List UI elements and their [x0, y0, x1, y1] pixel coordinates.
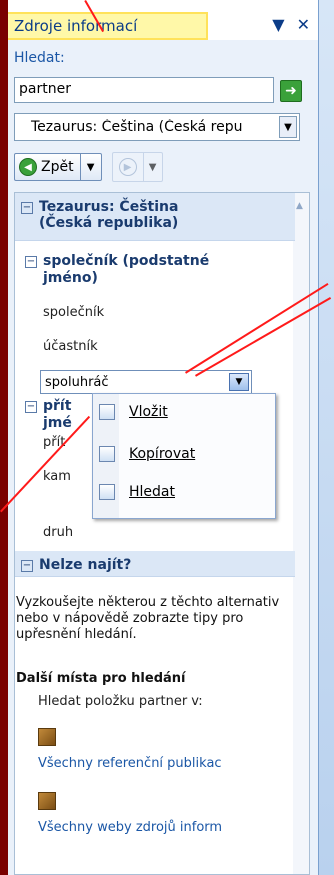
right-scrollbar[interactable] [318, 0, 334, 875]
menu-insert-label: Vložit [129, 404, 168, 420]
scroll-up-icon[interactable]: ▲ [296, 201, 303, 211]
find-icon [99, 484, 115, 500]
back-dropdown-icon[interactable]: ▼ [81, 162, 101, 173]
back-button[interactable]: ◀ Zpět ▼ [14, 153, 102, 181]
all-research-sites-link[interactable]: Všechny weby zdrojů inform [38, 820, 222, 835]
entry-line1: společník (podstatné [43, 253, 210, 269]
copy-icon [99, 446, 115, 462]
not-found-section-header[interactable]: − Nelze najít? [15, 551, 295, 577]
synonym-item[interactable]: účastník [43, 339, 98, 354]
collapse-icon[interactable]: − [21, 202, 33, 214]
menu-copy-label: Kopírovat [129, 446, 196, 462]
menu-item-copy[interactable]: Kopírovat [99, 443, 195, 465]
start-search-button[interactable]: ➜ [280, 80, 302, 102]
synonym-dropdown-value: spoluhráč [45, 374, 109, 390]
reference-book-icon[interactable] [38, 792, 56, 810]
arrow-right-icon: ➜ [285, 83, 297, 99]
close-icon[interactable]: ✕ [297, 15, 310, 34]
back-arrow-icon: ◀ [19, 158, 37, 176]
collapse-icon[interactable]: − [21, 560, 33, 572]
reference-source-select[interactable]: Tezaurus: Čeština (Česká repu ▼ [14, 113, 300, 141]
pane-title: Zdroje informací [14, 17, 138, 35]
chevron-down-icon[interactable]: ▼ [279, 116, 297, 138]
synonym-dropdown[interactable]: spoluhráč ▼ [40, 370, 252, 394]
synonym-item[interactable]: společník [43, 305, 104, 320]
insert-icon [99, 404, 115, 420]
entry-heading-spolecnik[interactable]: − společník (podstatné jméno) [25, 253, 209, 287]
synonym-item[interactable]: kam [43, 469, 71, 484]
notfound-text: Vyzkoušejte některou z těchto alternativ… [16, 595, 280, 642]
pane-titlebar: Zdroje informací ▼ ✕ [8, 0, 318, 40]
notfound-title: Nelze najít? [39, 557, 132, 573]
chevron-down-icon[interactable]: ▼ [229, 373, 249, 391]
research-pane: Zdroje informací ▼ ✕ Hledat: partner ➜ T… [8, 0, 318, 875]
all-reference-books-link[interactable]: Všechny referenční publikac [38, 756, 222, 771]
back-label: Zpět [41, 159, 74, 175]
search-input[interactable]: partner [14, 77, 274, 103]
window-frame-left [0, 0, 8, 875]
collapse-icon[interactable]: − [25, 401, 37, 413]
thesaurus-section-header[interactable]: − Tezaurus: Čeština (Česká republika) [15, 193, 295, 241]
synonym-context-menu: Vložit Kopírovat Hledat [92, 393, 276, 519]
forward-button[interactable]: ▶ ▼ [111, 152, 163, 182]
entry2-text-a: přít [43, 398, 72, 414]
search-label: Hledat: [14, 50, 65, 66]
section-title-line1: Tezaurus: Čeština [39, 199, 179, 215]
pane-options-icon[interactable]: ▼ [272, 15, 284, 34]
other-places-heading: Další místa pro hledání [16, 671, 186, 686]
synonym-item[interactable]: druh [43, 525, 73, 540]
menu-find-label: Hledat [129, 484, 175, 500]
menu-item-insert[interactable]: Vložit [99, 401, 168, 423]
entry-line2: jméno) [43, 270, 98, 286]
menu-item-find[interactable]: Hledat [99, 481, 175, 503]
reference-book-icon[interactable] [38, 728, 56, 746]
entry-heading-second[interactable]: − přít jmé [25, 398, 72, 432]
forward-arrow-icon: ▶ [118, 158, 137, 176]
results-list: ▲ − Tezaurus: Čeština (Česká republika) −… [14, 192, 310, 875]
entry2-text-b: jmé [43, 415, 72, 431]
search-item-text: Hledat položku partner v: [38, 694, 203, 709]
forward-dropdown-icon[interactable]: ▼ [144, 162, 162, 173]
source-select-value: Tezaurus: Čeština (Česká repu [31, 119, 243, 135]
collapse-icon[interactable]: − [25, 256, 37, 268]
section-title-line2: (Česká republika) [39, 215, 179, 231]
